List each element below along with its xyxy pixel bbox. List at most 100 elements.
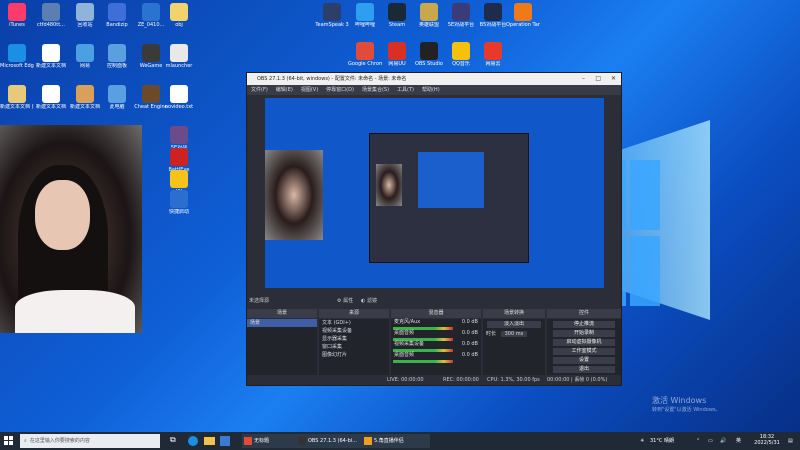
desktop-shortcut[interactable]: Google Chrome — [348, 42, 382, 67]
desktop-shortcut[interactable]: Microsoft Edge — [0, 44, 34, 69]
mixer-panel: 麦克风/Aux 0.0 dB 桌面音频 0.0 dB 视频采集设备 0.0 dB 桌面音频 0… — [391, 319, 481, 381]
ime-icon[interactable]: 英 — [736, 432, 741, 450]
volume-icon[interactable]: 🔊 — [720, 432, 726, 450]
taskbar-search-input[interactable]: ⌕ 在这里输入你要搜索的内容 — [20, 434, 160, 448]
menu-item[interactable]: 文件(F) — [251, 87, 268, 93]
obs-menubar: 文件(F) 编辑(E) 视图(V) 停靠窗口(D) 场景集合(S) 工具(T) 帮助(H) — [247, 85, 621, 95]
desktop-shortcut[interactable]: Bandizip — [100, 3, 134, 28]
filters-button[interactable]: ◐ 滤镜 — [361, 295, 377, 307]
menu-item[interactable]: 视图(V) — [301, 87, 318, 93]
sources-list: 文本 (GDI+) 视频采集设备 显示器采集 窗口采集 图像幻灯片 — [319, 319, 389, 381]
desktop-shortcut[interactable]: 新建文本文档 — [34, 44, 68, 69]
source-item[interactable]: 视频采集设备 — [319, 327, 389, 335]
maximize-icon[interactable]: □ — [595, 73, 601, 85]
tray-arrow-icon[interactable]: ⌃ — [696, 432, 700, 450]
control-button[interactable]: 停止推流 — [553, 321, 615, 328]
control-button[interactable]: 启动虚拟摄像机 — [553, 339, 615, 346]
desktop-shortcut[interactable]: OBS Studio — [412, 42, 446, 67]
obs-titlebar[interactable]: OBS 27.1.3 (64-bit, windows) - 配置文件: 未命名… — [247, 73, 621, 85]
scene-item[interactable]: 场景 — [247, 319, 317, 327]
desktop-shortcut[interactable]: obj — [162, 3, 196, 28]
desktop-shortcut[interactable]: 网易云 — [476, 42, 510, 67]
desktop-shortcut[interactable]: Steam — [380, 3, 414, 28]
menu-item[interactable]: 工具(T) — [397, 87, 414, 93]
desktop-shortcut-label: 回收站 — [77, 22, 93, 28]
menu-item[interactable]: 帮助(H) — [422, 87, 440, 93]
desktop-shortcut-icon — [420, 42, 438, 60]
desktop-shortcut[interactable]: TeamSpeak 3 — [315, 3, 349, 28]
desktop-shortcut[interactable]: 网易UU — [380, 42, 414, 67]
desktop-shortcut-label: Google Chrome — [348, 61, 382, 67]
volume-meter[interactable] — [393, 360, 453, 363]
control-button[interactable]: 工作室模式 — [553, 348, 615, 355]
properties-button[interactable]: ⚙ 属性 — [337, 295, 353, 307]
source-item[interactable]: 显示器采集 — [319, 335, 389, 343]
desktop-shortcut[interactable]: 快捷启动 — [162, 190, 196, 215]
desktop-shortcut[interactable]: 新建文本文档 (2) — [0, 85, 34, 110]
control-button[interactable]: 退出 — [553, 366, 615, 373]
desktop-shortcut[interactable]: 控制面板 — [100, 44, 134, 69]
network-icon[interactable]: ▭ — [708, 432, 713, 450]
desktop-shortcut[interactable]: Operation Tango — [506, 3, 540, 28]
desktop-shortcut[interactable]: 此电脑 — [100, 85, 134, 110]
transition-select[interactable]: 淡入淡出 — [487, 321, 541, 328]
app-icon — [244, 437, 252, 445]
desktop-shortcut-icon — [8, 85, 26, 103]
mixer-dock-header: 混音器 — [391, 309, 481, 318]
desktop-shortcut[interactable]: 英雄联盟 — [412, 3, 446, 28]
source-item[interactable]: 图像幻灯片 — [319, 351, 389, 359]
duration-input[interactable]: 300 ms — [500, 331, 528, 337]
weather-icon[interactable]: ☀ — [640, 432, 644, 450]
desktop-shortcut[interactable]: 网易 — [68, 44, 102, 69]
scenes-dock-header: 场景 — [247, 309, 317, 318]
desktop-shortcut-icon — [388, 3, 406, 21]
obs-window[interactable]: OBS 27.1.3 (64-bit, windows) - 配置文件: 未命名… — [246, 72, 622, 386]
menu-item[interactable]: 编辑(E) — [276, 87, 293, 93]
desktop-shortcut-label: Microsoft Edge — [0, 63, 34, 69]
clock[interactable]: 18:32 2022/5/31 — [752, 434, 782, 446]
close-icon[interactable]: ✕ — [611, 73, 616, 85]
app-icon — [298, 437, 306, 445]
windows-start-icon[interactable] — [4, 436, 14, 446]
desktop-shortcut[interactable]: 新建文本文档 — [68, 85, 102, 110]
minimize-icon[interactable]: – — [582, 73, 585, 85]
desktop-shortcut[interactable]: 5E对战平台 — [444, 3, 478, 28]
desktop-shortcut[interactable]: ctfd480tt... — [34, 3, 68, 28]
desktop-shortcut[interactable]: iTunes — [0, 3, 34, 28]
track-db: 0.0 dB — [461, 341, 478, 347]
explorer-taskbar-icon[interactable] — [204, 437, 215, 445]
weather-text[interactable]: 31°C 晴朗 — [650, 432, 674, 450]
notification-icon[interactable]: ▤ — [788, 432, 793, 450]
desktop-shortcut[interactable]: novideo.txt — [162, 85, 196, 110]
menu-item[interactable]: 停靠窗口(D) — [326, 87, 354, 93]
control-button[interactable]: 设置 — [553, 357, 615, 364]
store-taskbar-icon[interactable] — [220, 436, 230, 446]
desktop-shortcut[interactable]: QQ音乐 — [444, 42, 478, 67]
desktop-shortcut[interactable]: B5对战平台 — [476, 3, 510, 28]
desktop-shortcut-icon — [142, 85, 160, 103]
desktop-shortcut-label: TeamSpeak 3 — [315, 22, 349, 28]
desktop-shortcut-icon — [108, 3, 126, 21]
task-view-icon[interactable]: ⧉ — [170, 435, 176, 445]
taskbar-app-button[interactable]: OBS 27.1.3 (64-bi... — [296, 434, 364, 448]
track-name: 桌面音频 — [394, 330, 415, 336]
source-item[interactable]: 文本 (GDI+) — [319, 319, 389, 327]
track-name: 视频采集设备 — [394, 341, 425, 347]
taskbar-app-button[interactable]: 5.角直播伴侣 — [362, 434, 430, 448]
desktop-shortcut[interactable]: 哔哩哔哩 — [348, 3, 382, 28]
control-button[interactable]: 开始录制 — [553, 330, 615, 337]
desktop-shortcut[interactable]: 新建文本文档 — [34, 85, 68, 110]
desktop-shortcut-icon — [452, 42, 470, 60]
edge-taskbar-icon[interactable] — [188, 436, 198, 446]
mixer-track: 桌面音频 0.0 dB — [391, 352, 481, 363]
transitions-dock-header: 场景转换 — [483, 309, 545, 318]
desktop-shortcut[interactable]: mlauncher — [162, 44, 196, 69]
desktop-shortcut[interactable]: 回收站 — [68, 3, 102, 28]
source-item[interactable]: 窗口采集 — [319, 343, 389, 351]
obs-preview[interactable] — [265, 98, 604, 288]
desktop-shortcut-icon — [323, 3, 341, 21]
desktop-shortcut-icon — [170, 126, 188, 144]
menu-item[interactable]: 场景集合(S) — [362, 87, 389, 93]
desktop-shortcut-label: 哔哩哔哩 — [354, 22, 375, 28]
desktop-shortcut-icon — [170, 170, 188, 188]
